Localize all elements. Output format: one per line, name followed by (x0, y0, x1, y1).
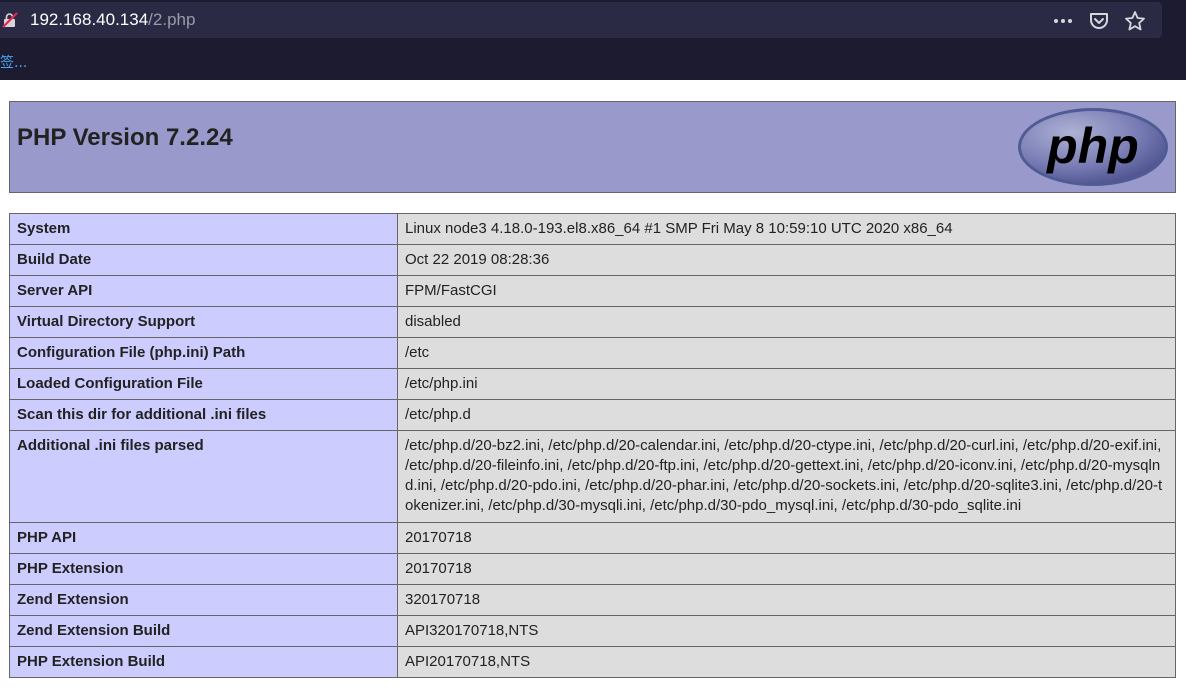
row-key: Zend Extension (9, 584, 398, 616)
php-logo-text: php (1045, 118, 1139, 174)
row-value: Linux node3 4.18.0-193.el8.x86_64 #1 SMP… (397, 213, 1176, 245)
address-bar-actions (1052, 2, 1162, 38)
row-value: 20170718 (397, 522, 1176, 554)
table-row: Additional .ini files parsed /etc/php.d/… (9, 430, 1176, 523)
table-row: PHP Extension Build API20170718,NTS (9, 646, 1176, 678)
browser-toolbar: 192.168.40.134/2.php 签... (0, 0, 1186, 80)
row-value: Oct 22 2019 08:28:36 (397, 244, 1176, 276)
info-table: System Linux node3 4.18.0-193.el8.x86_64… (9, 213, 1176, 678)
star-icon[interactable] (1124, 10, 1146, 32)
table-row: Scan this dir for additional .ini files … (9, 399, 1176, 431)
row-key: Virtual Directory Support (9, 306, 398, 338)
row-key: PHP API (9, 522, 398, 554)
bookmarks-toolbar-item[interactable]: 签... (0, 52, 27, 72)
row-value: API320170718,NTS (397, 615, 1176, 647)
row-key: Zend Extension Build (9, 615, 398, 647)
row-key: Build Date (9, 244, 398, 276)
table-row: System Linux node3 4.18.0-193.el8.x86_64… (9, 213, 1176, 245)
row-value: 320170718 (397, 584, 1176, 616)
table-row: Configuration File (php.ini) Path /etc (9, 337, 1176, 369)
row-key: PHP Extension Build (9, 646, 398, 678)
row-value: /etc/php.d (397, 399, 1176, 431)
page-title: PHP Version 7.2.24 (17, 124, 233, 151)
row-key: System (9, 213, 398, 245)
row-key: Scan this dir for additional .ini files (9, 399, 398, 431)
pocket-icon[interactable] (1088, 10, 1110, 32)
row-value: API20170718,NTS (397, 646, 1176, 678)
table-row: Zend Extension Build API320170718,NTS (9, 615, 1176, 647)
table-row: Loaded Configuration File /etc/php.ini (9, 368, 1176, 400)
row-key: PHP Extension (9, 553, 398, 585)
row-key: Additional .ini files parsed (9, 430, 398, 523)
table-row: Virtual Directory Support disabled (9, 306, 1176, 338)
row-value: FPM/FastCGI (397, 275, 1176, 307)
more-icon[interactable] (1052, 10, 1074, 32)
url-host: 192.168.40.134 (30, 10, 149, 29)
address-bar[interactable]: 192.168.40.134/2.php (0, 2, 1162, 38)
table-row: Zend Extension 320170718 (9, 584, 1176, 616)
row-value: /etc (397, 337, 1176, 369)
row-value: 20170718 (397, 553, 1176, 585)
url-path: /2.php (148, 10, 196, 29)
url-text[interactable]: 192.168.40.134/2.php (30, 10, 195, 30)
row-value: /etc/php.d/20-bz2.ini, /etc/php.d/20-cal… (397, 430, 1176, 523)
phpinfo-content: PHP Version 7.2.24 php System Linux node… (9, 101, 1176, 678)
row-key: Server API (9, 275, 398, 307)
table-row: Server API FPM/FastCGI (9, 275, 1176, 307)
insecure-lock-icon[interactable] (2, 12, 18, 28)
php-header: PHP Version 7.2.24 php (9, 101, 1176, 193)
row-key: Loaded Configuration File (9, 368, 398, 400)
row-key: Configuration File (php.ini) Path (9, 337, 398, 369)
php-logo[interactable]: php (1017, 107, 1169, 187)
row-value: /etc/php.ini (397, 368, 1176, 400)
table-row: PHP API 20170718 (9, 522, 1176, 554)
table-row: Build Date Oct 22 2019 08:28:36 (9, 244, 1176, 276)
table-row: PHP Extension 20170718 (9, 553, 1176, 585)
row-value: disabled (397, 306, 1176, 338)
